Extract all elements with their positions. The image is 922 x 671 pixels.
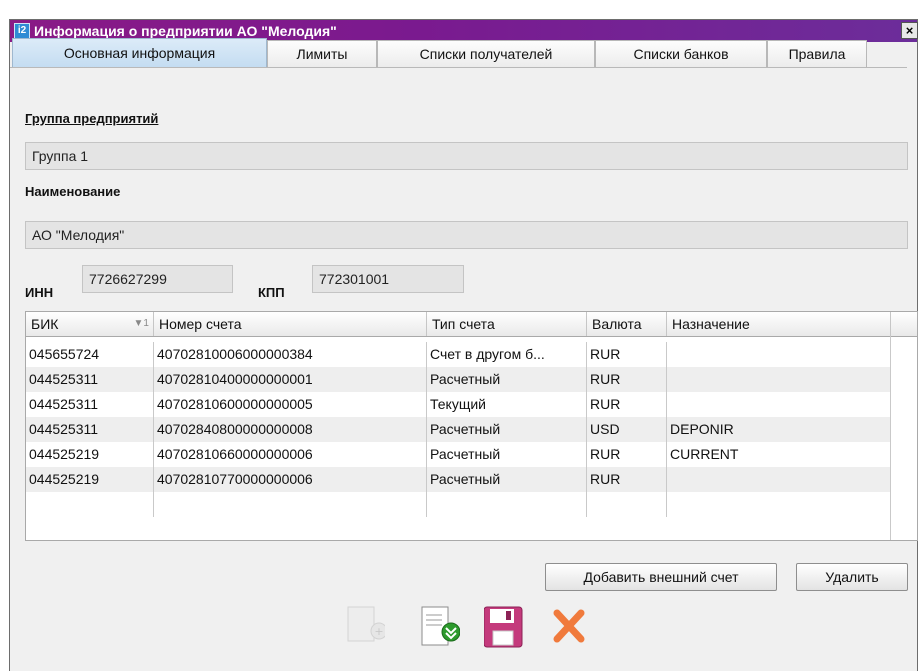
cell-purpose [667, 367, 891, 392]
cell-bik: 044525219 [26, 467, 154, 492]
new-document-icon[interactable]: + [345, 605, 388, 655]
cell-bik: 044525311 [26, 392, 154, 417]
scrollbar-gutter [890, 336, 891, 540]
group-field: Группа 1 [25, 142, 908, 170]
cell-bik: 044525311 [26, 367, 154, 392]
accounts-table: БИК ▼1 Номер счета Тип счета Валюта Назн… [25, 311, 918, 541]
table-row[interactable]: 045655724 40702810006000000384 Счет в др… [26, 342, 891, 367]
cell-account-type: Расчетный [427, 467, 587, 492]
table-row[interactable]: 044525219 40702810660000000006 Расчетный… [26, 442, 891, 467]
table-header: БИК ▼1 Номер счета Тип счета Валюта Назн… [26, 312, 917, 337]
cell-account-type: Расчетный [427, 367, 587, 392]
close-button[interactable]: × [901, 22, 918, 39]
table-row[interactable]: 044525311 40702810400000000001 Расчетный… [26, 367, 891, 392]
cell-account-number: 40702840800000000008 [154, 417, 427, 442]
tab-limits[interactable]: Лимиты [267, 40, 377, 67]
table-row[interactable]: 044525219 40702810770000000006 Расчетный… [26, 467, 891, 492]
column-header-account-type[interactable]: Тип счета [427, 312, 587, 336]
cell-account-number: 40702810006000000384 [154, 342, 427, 367]
name-label: Наименование [25, 184, 121, 199]
column-header-purpose[interactable]: Назначение [667, 312, 891, 336]
group-label[interactable]: Группа предприятий [25, 111, 158, 126]
cell-account-type: Расчетный [427, 442, 587, 467]
tab-rules[interactable]: Правила [767, 40, 867, 67]
cell-currency: RUR [587, 367, 667, 392]
inn-field: 7726627299 [82, 265, 233, 293]
tab-recipient-lists[interactable]: Списки получателей [377, 40, 595, 67]
cell-account-number: 40702810660000000006 [154, 442, 427, 467]
kpp-field: 772301001 [312, 265, 464, 293]
cell-currency: RUR [587, 467, 667, 492]
cancel-icon[interactable] [549, 605, 589, 655]
svg-text:+: + [374, 625, 383, 638]
table-row-empty [26, 492, 891, 517]
tab-main-info[interactable]: Основная информация [12, 38, 267, 68]
column-header-account-number[interactable]: Номер счета [154, 312, 427, 336]
add-external-account-button[interactable]: Добавить внешний счет [545, 563, 777, 591]
cell-purpose [667, 467, 891, 492]
cell-purpose: DEPONIR [667, 417, 891, 442]
cell-purpose: CURRENT [667, 442, 891, 467]
cell-bik: 045655724 [26, 342, 154, 367]
sort-indicator-icon: ▼1 [133, 318, 149, 329]
cell-currency: USD [587, 417, 667, 442]
cell-bik: 044525219 [26, 442, 154, 467]
kpp-label: КПП [258, 285, 285, 300]
table-row[interactable]: 044525311 40702810600000000005 Текущий R… [26, 392, 891, 417]
delete-button[interactable]: Удалить [796, 563, 908, 591]
inn-label: ИНН [25, 285, 54, 300]
cell-account-number: 40702810770000000006 [154, 467, 427, 492]
cell-account-type: Расчетный [427, 417, 587, 442]
column-header-bik[interactable]: БИК ▼1 [26, 312, 154, 336]
app-icon: i2 [14, 23, 30, 39]
save-icon[interactable] [483, 605, 524, 655]
column-header-currency[interactable]: Валюта [587, 312, 667, 336]
tab-bank-lists[interactable]: Списки банков [595, 40, 767, 67]
cell-purpose [667, 392, 891, 417]
cell-currency: RUR [587, 342, 667, 367]
cell-account-number: 40702810600000000005 [154, 392, 427, 417]
name-field: АО "Мелодия" [25, 221, 908, 249]
cell-account-type: Счет в другом б... [427, 342, 587, 367]
cell-purpose [667, 342, 891, 367]
cell-bik: 044525311 [26, 417, 154, 442]
cell-account-type: Текущий [427, 392, 587, 417]
import-document-icon[interactable] [420, 605, 461, 655]
table-row[interactable]: 044525311 40702840800000000008 Расчетный… [26, 417, 891, 442]
cell-currency: RUR [587, 392, 667, 417]
tab-divider [10, 67, 907, 68]
cell-account-number: 40702810400000000001 [154, 367, 427, 392]
cell-currency: RUR [587, 442, 667, 467]
